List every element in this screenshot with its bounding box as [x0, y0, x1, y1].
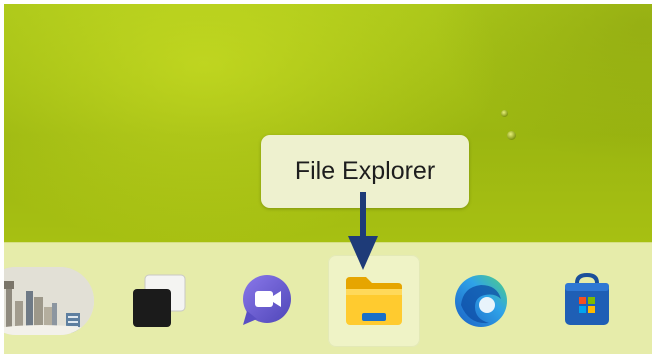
edge-button[interactable] — [438, 259, 524, 343]
store-button[interactable] — [544, 259, 630, 343]
edge-icon — [455, 275, 507, 327]
city-skyline-icon — [4, 267, 94, 335]
task-view-icon — [133, 274, 186, 327]
arrow-down-icon — [348, 192, 378, 270]
taskbar — [4, 242, 652, 354]
widgets-button[interactable] — [4, 267, 94, 335]
task-view-button[interactable] — [114, 259, 200, 343]
teams-chat-icon — [243, 275, 291, 325]
water-droplet — [501, 110, 508, 117]
folder-icon — [346, 277, 402, 325]
water-droplet — [507, 131, 516, 140]
tooltip-text: File Explorer — [294, 157, 436, 185]
screenshot-frame: File Explorer — [4, 4, 652, 354]
chat-button[interactable] — [222, 259, 308, 343]
store-icon — [565, 272, 609, 325]
